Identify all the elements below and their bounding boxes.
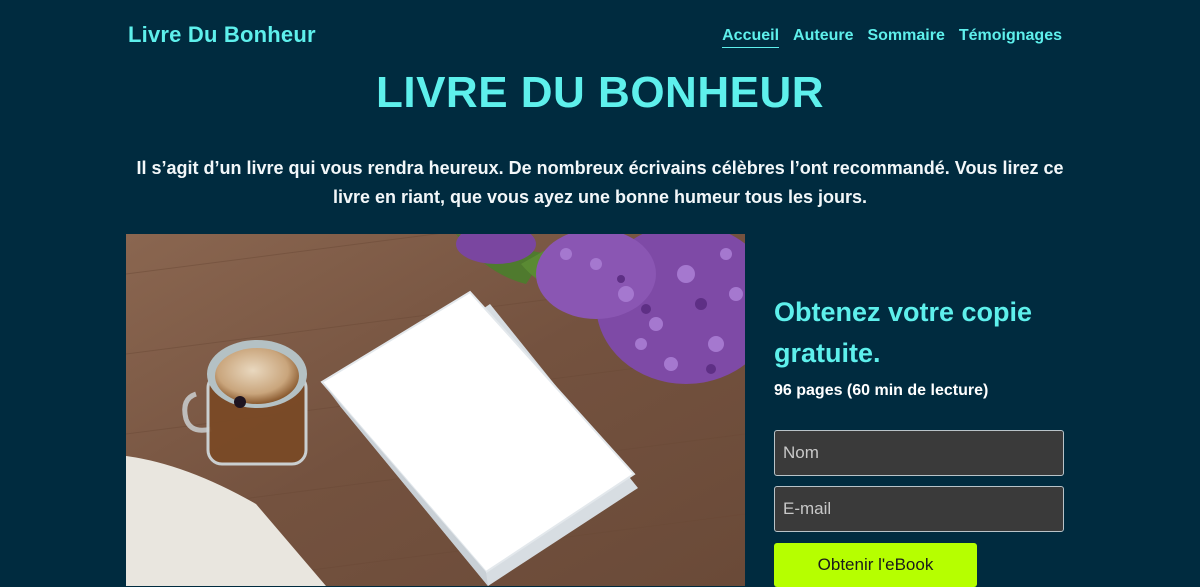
- main-nav: Accueil Auteure Sommaire Témoignages: [722, 27, 1062, 48]
- site-logo[interactable]: Livre Du Bonheur: [128, 22, 316, 48]
- nav-link-sommaire[interactable]: Sommaire: [867, 27, 944, 48]
- nav-link-temoignages[interactable]: Témoignages: [959, 27, 1062, 48]
- signup-title: Obtenez votre copie gratuite.: [774, 297, 1033, 368]
- name-input[interactable]: [774, 430, 1064, 476]
- signup-subtitle: 96 pages (60 min de lecture): [774, 382, 989, 399]
- get-ebook-button[interactable]: Obtenir l'eBook: [774, 543, 977, 587]
- signup-form: Obtenez votre copie gratuite. 96 pages (…: [774, 292, 1074, 587]
- book-photo: [126, 234, 745, 586]
- hero-description: Il s’agit d’un livre qui vous rendra heu…: [136, 158, 1064, 207]
- book-photo-illustration: [126, 234, 745, 586]
- email-input[interactable]: [774, 486, 1064, 532]
- hero-title: LIVRE DU BONHEUR: [375, 68, 825, 117]
- nav-link-accueil[interactable]: Accueil: [722, 27, 780, 48]
- nav-link-auteure[interactable]: Auteure: [793, 27, 853, 48]
- site-header: Livre Du Bonheur Accueil Auteure Sommair…: [0, 0, 1200, 70]
